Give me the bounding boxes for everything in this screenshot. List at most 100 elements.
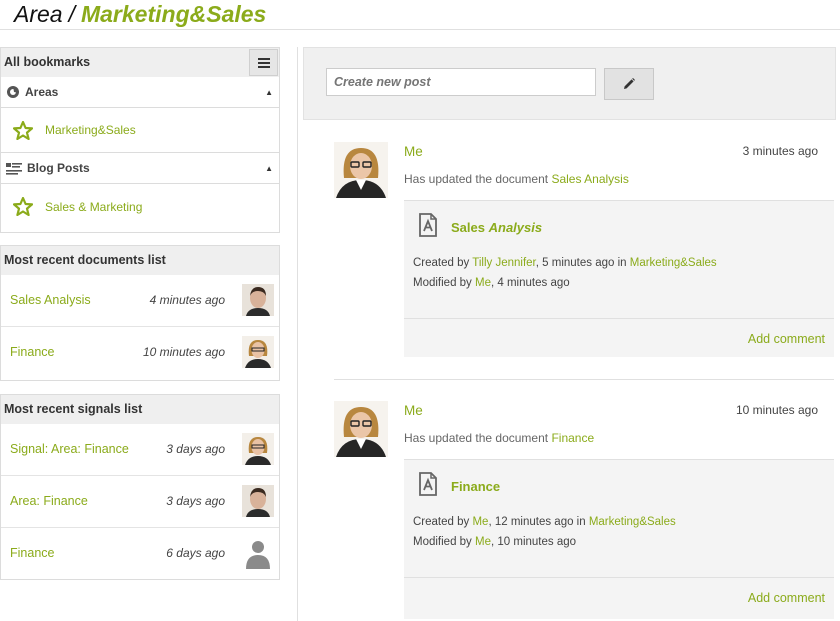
collapse-triangle-icon[interactable]: ▲ <box>265 153 273 184</box>
main-content: Me 3 minutes ago Has updated the documen… <box>297 47 840 621</box>
modifier-link[interactable]: Me <box>475 277 491 289</box>
collapse-triangle-icon[interactable]: ▲ <box>265 77 273 108</box>
document-card-footer: Add comment <box>404 577 834 617</box>
page-title: Area / Marketing&Sales <box>14 1 266 28</box>
bookmark-item[interactable]: Sales & Marketing <box>1 184 279 229</box>
hamburger-icon <box>257 57 270 68</box>
creator-link[interactable]: Tilly Jennifer <box>472 257 536 269</box>
document-time: 4 minutes ago <box>149 293 225 307</box>
page-title-area-label: Area <box>14 1 63 27</box>
area-link[interactable]: Marketing&Sales <box>630 257 717 269</box>
list-item[interactable]: Finance 6 days ago <box>1 528 279 580</box>
area-link[interactable]: Marketing&Sales <box>589 516 676 528</box>
activity-item: Me 10 minutes ago Has updated the docume… <box>334 401 834 621</box>
bookmark-section-label: Areas <box>25 84 59 99</box>
bookmark-section-areas[interactable]: Areas ▲ <box>1 77 279 108</box>
document-time: 10 minutes ago <box>142 345 225 359</box>
document-title-part[interactable]: Sales <box>451 220 485 235</box>
areas-icon <box>7 86 19 98</box>
bookmark-section-blog-posts[interactable]: Blog Posts ▲ <box>1 153 279 184</box>
modified-when: , 10 minutes ago <box>491 536 577 548</box>
activity-text: Has updated the document Sales Analysis <box>404 172 629 186</box>
created-when: , 12 minutes ago in <box>488 516 586 528</box>
created-prefix: Created by <box>413 257 470 269</box>
signal-link[interactable]: Signal: Area: Finance <box>10 442 129 456</box>
bookmarks-panel: All bookmarks Areas ▲ Marketing&Sales Bl… <box>0 47 280 233</box>
activity-text: Has updated the document Finance <box>404 431 594 445</box>
default-user-icon <box>246 541 270 569</box>
create-post-input[interactable] <box>326 68 596 96</box>
page-title-separator: / <box>68 1 75 27</box>
woman-avatar <box>242 336 274 368</box>
man-avatar <box>242 284 274 316</box>
bookmarks-header: All bookmarks <box>1 48 279 77</box>
document-title-part[interactable]: Finance <box>451 479 500 494</box>
document-title[interactable]: Sales Analysis <box>451 220 542 235</box>
woman-avatar <box>334 142 388 198</box>
document-link[interactable]: Finance <box>10 345 54 359</box>
activity-user-link[interactable]: Me <box>404 403 423 418</box>
modified-prefix: Modified by <box>413 277 472 289</box>
list-item[interactable]: Signal: Area: Finance 3 days ago <box>1 424 279 476</box>
add-comment-link[interactable]: Add comment <box>748 332 825 346</box>
recent-signals-header: Most recent signals list <box>1 395 279 424</box>
created-prefix: Created by <box>413 516 470 528</box>
woman-avatar <box>242 433 274 465</box>
activity-divider <box>334 379 834 380</box>
document-icon <box>419 213 437 237</box>
modifier-link[interactable]: Me <box>475 536 491 548</box>
activity-document-link[interactable]: Finance <box>551 431 594 445</box>
activity-action: Has updated the document <box>404 172 549 186</box>
recent-documents-panel: Most recent documents list Sales Analysi… <box>0 245 280 381</box>
sidebar: All bookmarks Areas ▲ Marketing&Sales Bl… <box>0 47 282 621</box>
recent-documents-title: Most recent documents list <box>4 253 166 267</box>
activity-user-link[interactable]: Me <box>404 144 423 159</box>
bookmark-link[interactable]: Sales & Marketing <box>45 200 142 214</box>
signal-time: 3 days ago <box>166 442 225 456</box>
star-icon <box>13 197 33 216</box>
add-comment-link[interactable]: Add comment <box>748 591 825 605</box>
document-modified-info: Modified by Me, 10 minutes ago <box>413 536 576 548</box>
bookmark-link[interactable]: Marketing&Sales <box>45 123 136 137</box>
document-card: Finance Created by Me, 12 minutes ago in… <box>404 459 834 619</box>
activity-time: 3 minutes ago <box>742 144 818 158</box>
pencil-icon <box>624 78 635 89</box>
document-title-part[interactable]: Analysis <box>489 220 542 235</box>
modified-prefix: Modified by <box>413 536 472 548</box>
signal-link[interactable]: Finance <box>10 546 54 560</box>
signal-link[interactable]: Area: Finance <box>10 494 88 508</box>
post-composer <box>303 47 836 120</box>
signal-time: 6 days ago <box>166 546 225 560</box>
document-link[interactable]: Sales Analysis <box>10 293 91 307</box>
activity-item: Me 3 minutes ago Has updated the documen… <box>334 142 834 362</box>
recent-documents-header: Most recent documents list <box>1 246 279 275</box>
bookmark-section-label: Blog Posts <box>27 160 90 175</box>
created-when: , 5 minutes ago in <box>535 257 627 269</box>
document-modified-info: Modified by Me, 4 minutes ago <box>413 277 570 289</box>
creator-link[interactable]: Me <box>472 516 488 528</box>
document-title[interactable]: Finance <box>451 479 500 494</box>
document-card: Sales Analysis Created by Tilly Jennifer… <box>404 200 834 357</box>
woman-avatar <box>334 401 388 457</box>
activity-action: Has updated the document <box>404 431 549 445</box>
document-icon <box>419 472 437 496</box>
blog-posts-icon <box>6 162 22 175</box>
list-item[interactable]: Finance 10 minutes ago <box>1 327 279 379</box>
document-created-info: Created by Me, 12 minutes ago in Marketi… <box>413 516 676 528</box>
activity-document-link[interactable]: Sales Analysis <box>551 172 628 186</box>
edit-post-button[interactable] <box>604 68 654 100</box>
list-item[interactable]: Sales Analysis 4 minutes ago <box>1 275 279 327</box>
activity-time: 10 minutes ago <box>735 403 818 417</box>
signal-time: 3 days ago <box>166 494 225 508</box>
page-title-area-name: Marketing&Sales <box>80 1 267 27</box>
list-item[interactable]: Area: Finance 3 days ago <box>1 476 279 528</box>
bookmarks-title: All bookmarks <box>4 55 91 69</box>
man-avatar <box>242 485 274 517</box>
star-icon <box>13 120 33 140</box>
document-created-info: Created by Tilly Jennifer, 5 minutes ago… <box>413 257 717 269</box>
page-header: Area / Marketing&Sales <box>0 0 840 30</box>
bookmarks-menu-button[interactable] <box>249 49 278 76</box>
recent-signals-title: Most recent signals list <box>4 402 143 416</box>
recent-signals-panel: Most recent signals list Signal: Area: F… <box>0 394 280 580</box>
bookmark-item[interactable]: Marketing&Sales <box>1 108 279 153</box>
